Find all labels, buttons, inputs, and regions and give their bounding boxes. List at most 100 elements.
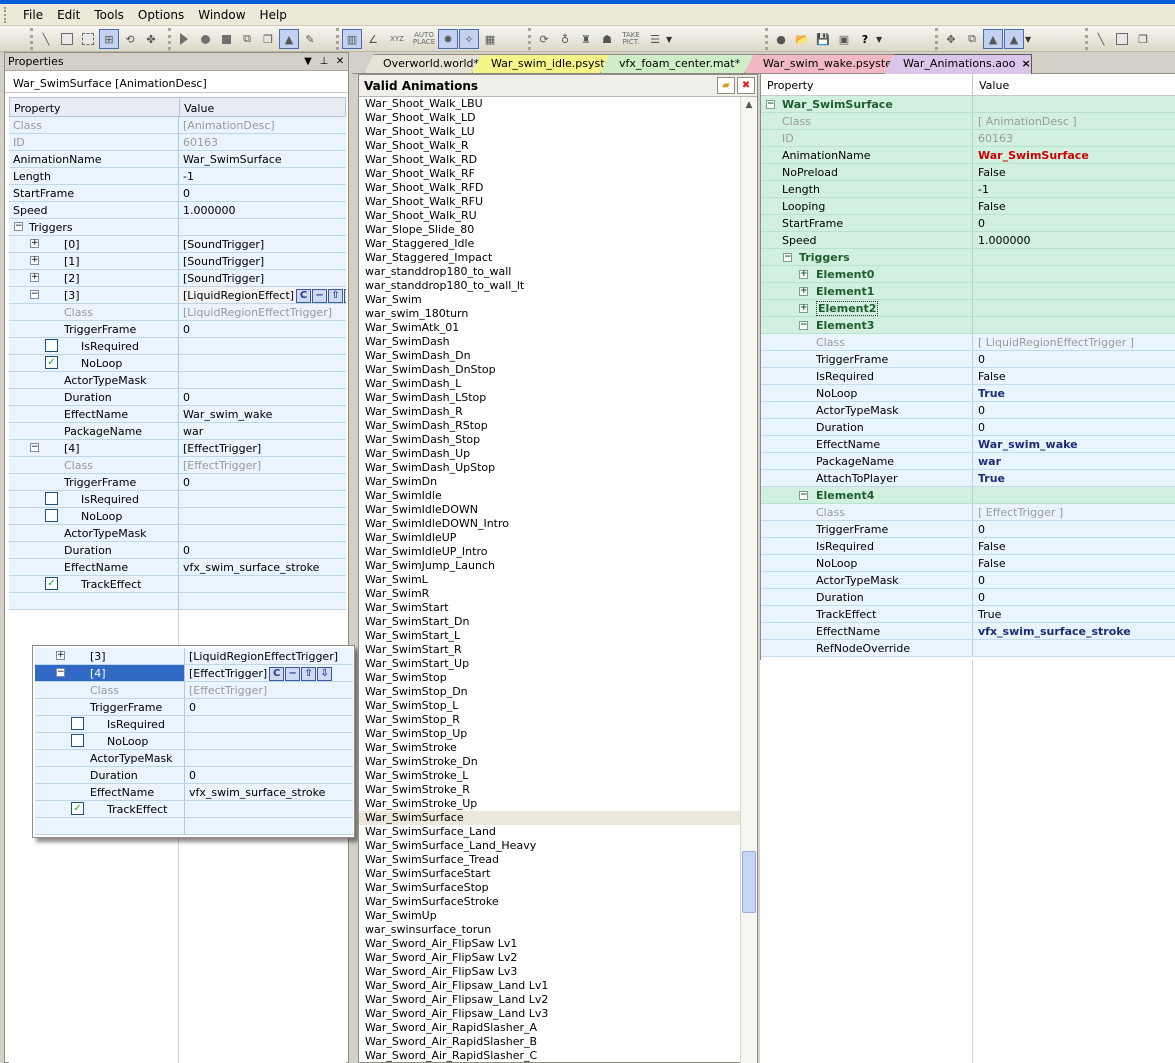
stop-icon[interactable] (216, 29, 236, 49)
close-tab-icon[interactable]: × (1021, 57, 1030, 70)
animation-item[interactable]: War_SwimDash_Stop (359, 433, 741, 447)
property-row-triggerframe[interactable]: TriggerFrame 0 (9, 474, 346, 491)
property-value[interactable]: war (179, 423, 346, 439)
animation-item[interactable]: War_Shoot_Walk_LU (359, 125, 741, 139)
marquee-icon[interactable] (78, 29, 98, 49)
grid-row-packagename[interactable]: PackageName war (761, 453, 1175, 470)
property-row-class[interactable]: Class [EffectTrigger] (9, 457, 346, 474)
property-value[interactable]: [EffectTrigger] (185, 682, 353, 698)
grid-row-noloop[interactable]: NoLoop True (761, 385, 1175, 402)
menu-help[interactable]: Help (253, 5, 294, 25)
property-value[interactable] (179, 525, 346, 541)
property-value[interactable]: [ LiquidRegionEffectTrigger ] (973, 334, 1175, 350)
column-header-property[interactable]: Property (761, 74, 973, 95)
property-value[interactable] (973, 640, 1175, 656)
property-value[interactable]: False (973, 555, 1175, 571)
tab-war-swim-idle-psystem[interactable]: War_swim_idle.psystem* (472, 54, 612, 73)
property-row-noloop[interactable]: NoLoop (35, 733, 353, 750)
property-row-isrequired[interactable]: IsRequired (9, 491, 346, 508)
property-value[interactable]: True (973, 606, 1175, 622)
menu-edit[interactable]: Edit (50, 5, 87, 25)
property-row-class[interactable]: Class [EffectTrigger] (35, 682, 353, 699)
property-value[interactable]: 0 (973, 402, 1175, 418)
grid-row-effectname[interactable]: EffectName War_swim_wake (761, 436, 1175, 453)
property-row-class[interactable]: Class [LiquidRegionEffectTrigger] (9, 304, 346, 321)
collapse-icon[interactable]: − (30, 290, 39, 299)
remove-icon[interactable]: − (312, 289, 328, 303)
bomb-icon[interactable]: ● (771, 29, 791, 49)
chevron-down-icon[interactable]: ▼ (876, 35, 884, 44)
expand-icon[interactable]: + (799, 287, 808, 296)
property-row-trackeffect[interactable]: ✓ TrackEffect (35, 801, 353, 818)
property-row-noloop[interactable]: ✓ NoLoop (9, 355, 346, 372)
property-row-effectname[interactable]: EffectName vfx_swim_surface_stroke (35, 784, 353, 801)
property-row-triggerframe[interactable]: TriggerFrame 0 (35, 699, 353, 716)
tab-vfx-foam-center-mat[interactable]: vfx_foam_center.mat* (600, 54, 756, 73)
property-value[interactable]: 0 (179, 321, 346, 337)
property-row-triggerframe[interactable]: TriggerFrame 0 (9, 321, 346, 338)
animation-item[interactable]: War_SwimDn (359, 475, 741, 489)
grid-icon[interactable]: ▦ (480, 29, 500, 49)
animation-item[interactable]: War_Sword_Air_FlipSaw Lv2 (359, 951, 741, 965)
window-icon[interactable]: ❐ (1133, 29, 1153, 49)
property-value[interactable] (185, 750, 353, 766)
rotate-icon[interactable]: ⟲ (120, 29, 140, 49)
select-box-icon[interactable] (57, 29, 77, 49)
property-value[interactable]: False (973, 368, 1175, 384)
property-row-class[interactable]: Class [AnimationDesc] (9, 117, 346, 134)
checkbox[interactable] (45, 509, 58, 522)
move-up-icon[interactable]: ⇧ (301, 667, 317, 681)
animation-list[interactable]: War_Shoot_Walk_LBU War_Shoot_Walk_LD War_S… (359, 97, 741, 1063)
record-icon[interactable] (195, 29, 215, 49)
spawn-icon[interactable]: ♜ (576, 29, 596, 49)
cursor-icon[interactable]: ╲ (36, 29, 56, 49)
brush-icon[interactable]: ✎ (300, 29, 320, 49)
property-row-isrequired[interactable]: IsRequired (35, 716, 353, 733)
move-down-icon[interactable]: ⇩ (344, 289, 346, 303)
grid-row-class[interactable]: Class [ EffectTrigger ] (761, 504, 1175, 521)
property-value[interactable]: 0 (185, 699, 353, 715)
grid-row-triggerframe[interactable]: TriggerFrame 0 (761, 351, 1175, 368)
pin-icon[interactable]: ⊥ (316, 56, 332, 67)
animation-item[interactable]: War_SwimStop_L (359, 699, 741, 713)
animation-item[interactable]: War_Sword_Air_Flipsaw_Land Lv3 (359, 1007, 741, 1021)
move-icon[interactable]: ✥ (941, 29, 961, 49)
star-icon[interactable]: ✧ (459, 29, 479, 49)
animation-item[interactable]: War_SwimDash_UpStop (359, 461, 741, 475)
property-value[interactable]: 0 (973, 572, 1175, 588)
animation-item[interactable]: War_Shoot_Walk_RF (359, 167, 741, 181)
grid-row-triggerframe[interactable]: TriggerFrame 0 (761, 521, 1175, 538)
save-all-icon[interactable]: ▣ (834, 29, 854, 49)
grid-row-class[interactable]: Class [ LiquidRegionEffectTrigger ] (761, 334, 1175, 351)
property-value[interactable] (185, 716, 353, 732)
column-header-property[interactable]: Property (10, 98, 180, 116)
animation-item[interactable]: War_SwimStart (359, 601, 741, 615)
property-value[interactable]: [SoundTrigger] (179, 270, 346, 286)
animation-item[interactable]: War_Staggered_Impact (359, 251, 741, 265)
property-row-triggers[interactable]: − Triggers (9, 219, 346, 236)
property-value[interactable]: [EffectTrigger] (179, 440, 346, 456)
collapse-icon[interactable]: − (783, 253, 792, 262)
animation-item[interactable]: War_Shoot_Walk_LBU (359, 97, 741, 111)
grid-row-trackeffect[interactable]: TrackEffect True (761, 606, 1175, 623)
property-value[interactable]: [ EffectTrigger ] (973, 504, 1175, 520)
help-icon[interactable]: ? (855, 29, 875, 49)
animation-item[interactable]: War_SwimStroke_L (359, 769, 741, 783)
grid-row-attachtoplayer[interactable]: AttachToPlayer True (761, 470, 1175, 487)
animation-item[interactable]: War_SwimStroke_Dn (359, 755, 741, 769)
animation-item[interactable]: War_Sword_Air_RapidSlasher_C (359, 1049, 741, 1063)
property-row-effectname[interactable]: EffectName War_swim_wake (9, 406, 346, 423)
grid-row-nopreload[interactable]: NoPreload False (761, 164, 1175, 181)
property-row-4[interactable]: − [4] [EffectTrigger] (9, 440, 346, 457)
collapse-icon[interactable]: − (14, 222, 23, 231)
checkbox[interactable]: ✓ (71, 802, 84, 815)
move-down-icon[interactable]: ⇩ (317, 667, 333, 681)
animation-item[interactable]: War_SwimSurfaceStop (359, 881, 741, 895)
open-folder-icon[interactable]: 📂 (792, 29, 812, 49)
animation-item[interactable]: War_SwimStroke_Up (359, 797, 741, 811)
animation-item[interactable]: War_Shoot_Walk_RFU (359, 195, 741, 209)
animation-item[interactable]: War_Shoot_Walk_RFD (359, 181, 741, 195)
expand-icon[interactable]: + (799, 270, 808, 279)
grid-row-triggers[interactable]: − Triggers (761, 249, 1175, 266)
property-value[interactable]: True (973, 385, 1175, 401)
